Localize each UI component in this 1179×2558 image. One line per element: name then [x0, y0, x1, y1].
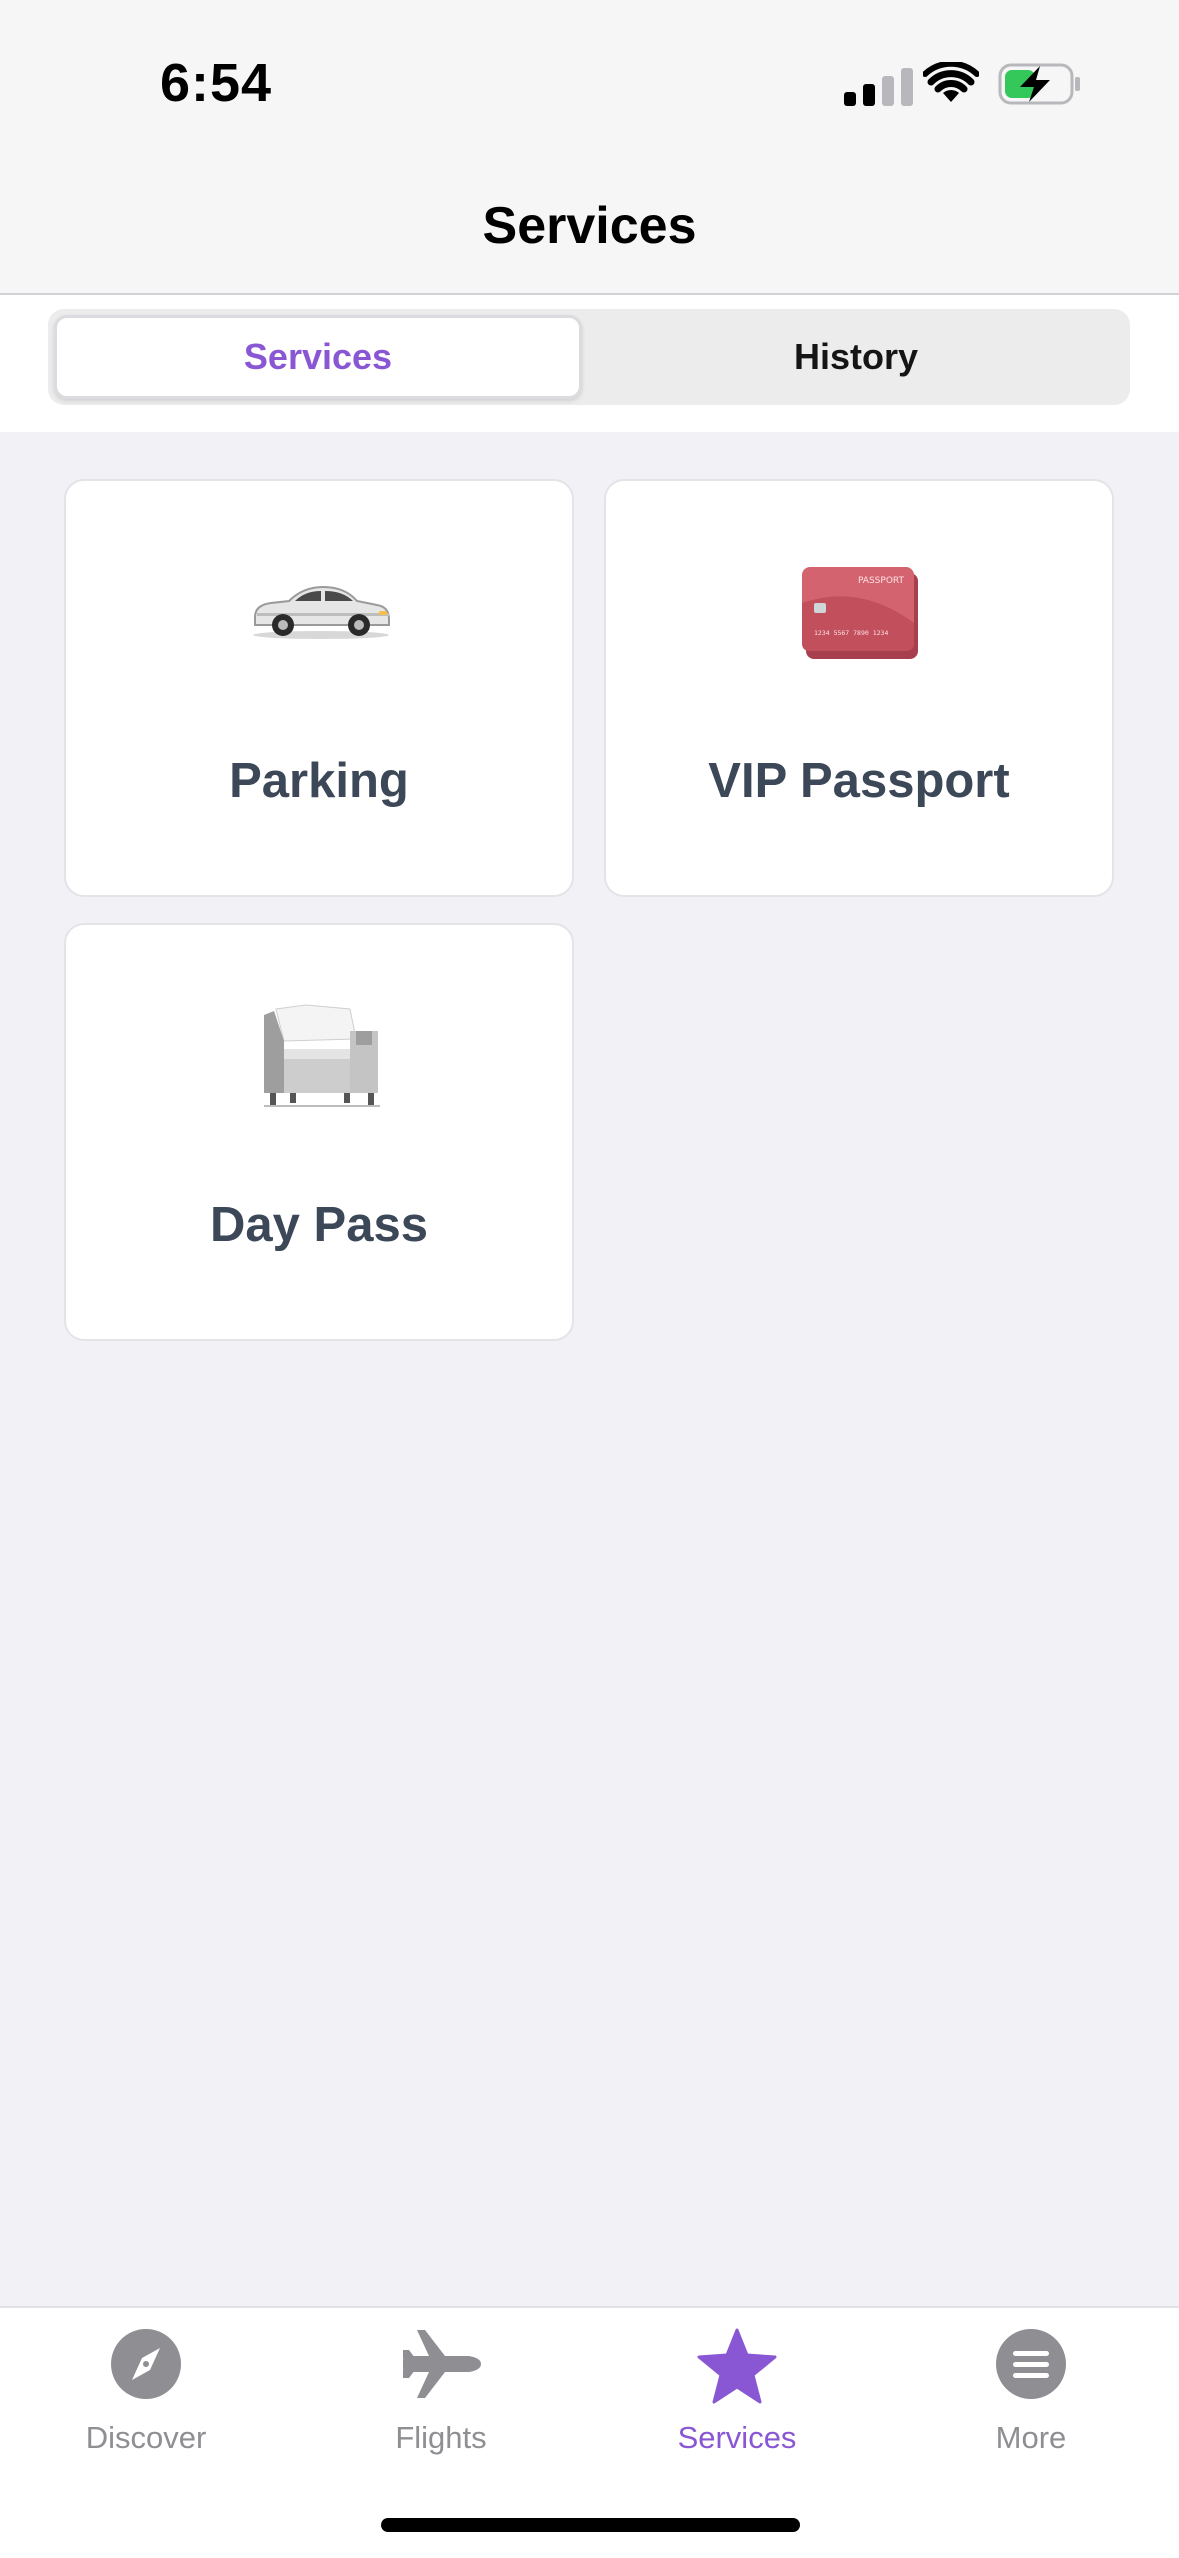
cellular-signal-icon	[844, 66, 913, 106]
home-indicator[interactable]	[381, 2518, 800, 2532]
passport-card-number: 1234 5567 7890 1234	[814, 629, 888, 637]
wifi-icon	[923, 62, 979, 102]
service-card-day-pass[interactable]: Day Pass	[64, 923, 574, 1341]
card-label: Parking	[229, 754, 409, 808]
service-card-parking[interactable]: Parking	[64, 479, 574, 897]
tab-bar: Discover Flights Services More	[0, 2306, 1179, 2558]
armchair-icon	[264, 1004, 380, 1107]
card-label: Day Pass	[210, 1198, 428, 1252]
tab-label: More	[995, 2420, 1067, 2455]
page-title: Services	[482, 197, 697, 255]
tab-flights[interactable]: Flights	[321, 2308, 561, 2468]
service-card-vip-passport[interactable]: PASSPORT 1234 5567 7890 1234 VIP Passpor…	[604, 479, 1114, 897]
car-icon	[253, 585, 390, 639]
compass-icon	[111, 2329, 181, 2399]
airplane-icon	[403, 2330, 481, 2398]
tab-label: Flights	[395, 2420, 487, 2455]
menu-icon	[996, 2329, 1066, 2399]
tab-more[interactable]: More	[911, 2308, 1151, 2468]
passport-card-icon: PASSPORT 1234 5567 7890 1234	[802, 567, 918, 659]
star-icon	[697, 2328, 777, 2404]
tab-label: Discover	[85, 2420, 207, 2455]
navigation-header: 6:54 Services	[0, 0, 1179, 295]
tab-services[interactable]: Services	[617, 2308, 857, 2468]
segmented-control: Services History	[48, 309, 1130, 405]
card-label: VIP Passport	[708, 754, 1010, 808]
passport-card-title: PASSPORT	[858, 576, 905, 586]
tab-discover[interactable]: Discover	[26, 2308, 266, 2468]
battery-charging-icon	[998, 63, 1080, 105]
segment-services[interactable]: Services	[54, 315, 582, 399]
segment-history[interactable]: History	[592, 315, 1120, 399]
segment-bar: Services History	[0, 295, 1179, 432]
status-time: 6:54	[160, 53, 273, 113]
tab-label: Services	[677, 2420, 797, 2455]
